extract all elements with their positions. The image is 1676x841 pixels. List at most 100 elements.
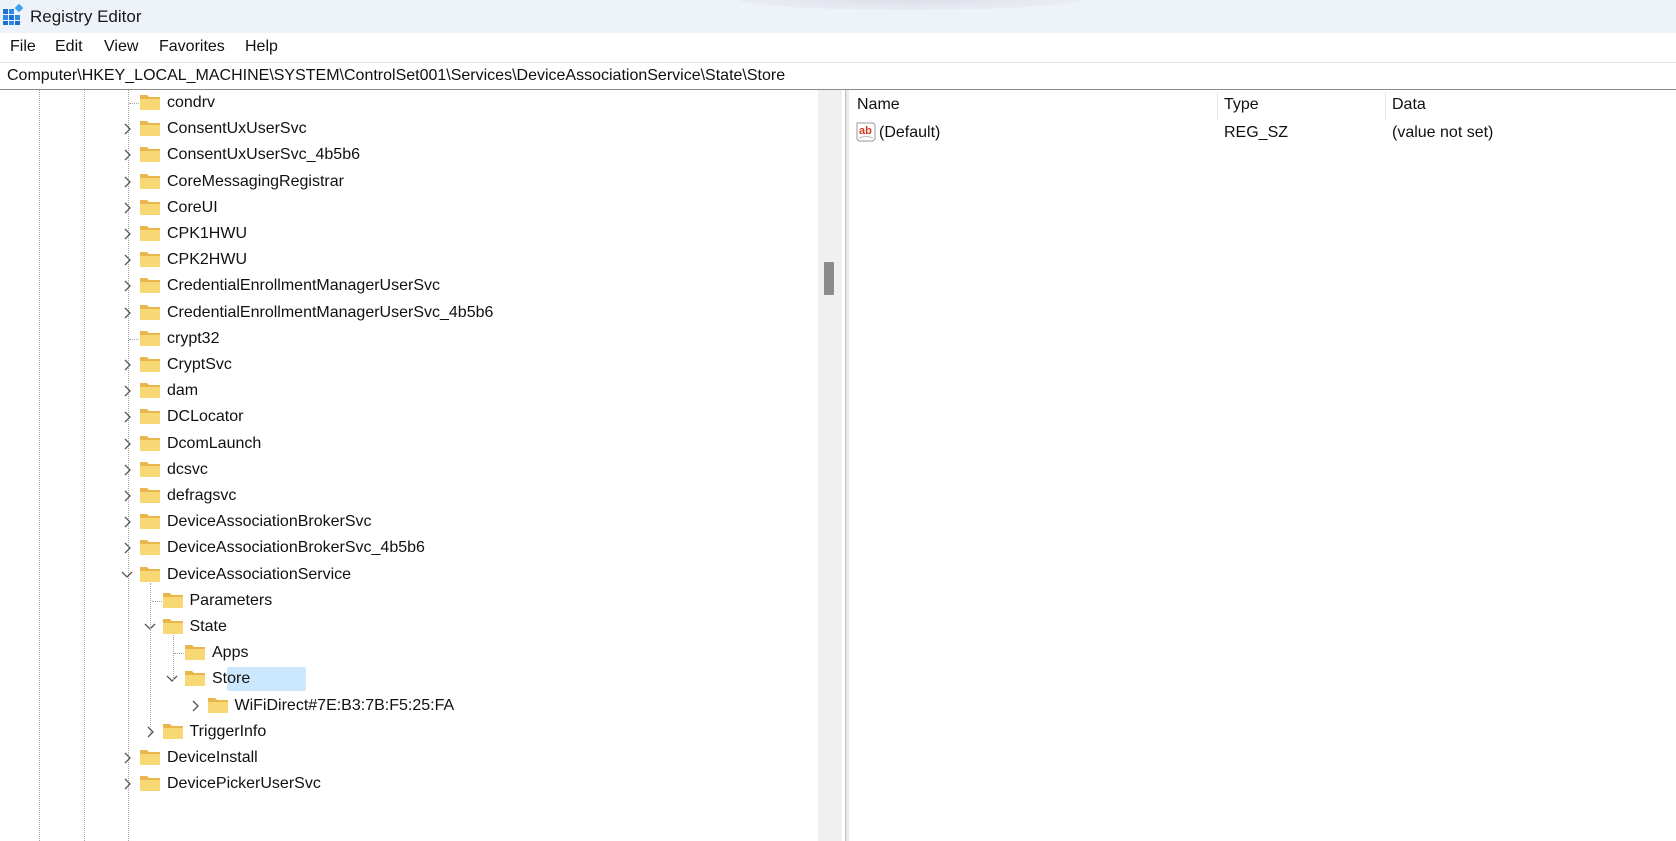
tree-node-label: condrv: [167, 94, 216, 111]
chevron-down-icon[interactable]: [120, 568, 134, 582]
tree-node-cpk2hwu[interactable]: CPK2HWU: [0, 248, 818, 272]
tree-node-dcsvc[interactable]: dcsvc: [0, 458, 818, 482]
tree-node-credentialenrollmentmanagerusersvc[interactable]: CredentialEnrollmentManagerUserSvc: [0, 274, 818, 298]
tree-node-dcomlaunch[interactable]: DcomLaunch: [0, 432, 818, 456]
address-path[interactable]: Computer\HKEY_LOCAL_MACHINE\SYSTEM\Contr…: [7, 67, 785, 85]
folder-icon: [140, 540, 160, 556]
tree-node-label: defragsvc: [167, 487, 237, 504]
tree-node-dclocator[interactable]: DCLocator: [0, 405, 818, 429]
tree-node-label: Apps: [212, 644, 249, 662]
chevron-right-icon[interactable]: [120, 515, 134, 529]
menu-favorites[interactable]: Favorites: [159, 38, 225, 56]
chevron-right-icon[interactable]: [120, 358, 134, 372]
tree-node-coremessagingregistrar[interactable]: CoreMessagingRegistrar: [0, 170, 818, 194]
chevron-right-icon[interactable]: [120, 175, 134, 189]
tree-node-state[interactable]: State: [0, 615, 818, 639]
tree-node-cryptsvc[interactable]: CryptSvc: [0, 353, 818, 377]
tree-node-label: CredentialEnrollmentManagerUserSvc_4b5b6: [167, 303, 494, 321]
chevron-right-icon[interactable]: [120, 751, 134, 765]
chevron-right-icon[interactable]: [120, 122, 134, 136]
value-data: (value not set): [1392, 124, 1494, 141]
menu-file[interactable]: File: [10, 38, 36, 56]
chevron-right-icon[interactable]: [120, 463, 134, 477]
folder-icon: [207, 697, 228, 713]
tree-node-wifidirect-7e-b3-7b-f5-25-fa[interactable]: WiFiDirect#7E:B3:7B:F5:25:FA: [0, 694, 818, 718]
menu-edit[interactable]: Edit: [55, 38, 83, 56]
tree-node-condrv[interactable]: condrv: [0, 91, 818, 115]
chevron-right-icon[interactable]: [120, 541, 134, 555]
scrollbar-thumb[interactable]: [824, 262, 834, 295]
values-pane[interactable]: Name Type Data ab (Default) REG_SZ (valu…: [849, 90, 1676, 841]
tree-node-coreui[interactable]: CoreUI: [0, 196, 818, 220]
column-separator[interactable]: [1385, 92, 1386, 120]
folder-icon: [140, 147, 160, 163]
tree-node-dam[interactable]: dam: [0, 379, 818, 403]
tree-node-label: DcomLaunch: [167, 434, 262, 452]
value-row-default[interactable]: ab (Default) REG_SZ (value not set): [849, 120, 1676, 146]
tree-node-deviceassociationbrokersvc[interactable]: DeviceAssociationBrokerSvc: [0, 510, 818, 534]
column-header-data[interactable]: Data: [1392, 96, 1426, 114]
tree-vertical-scrollbar[interactable]: [818, 90, 842, 841]
column-separator[interactable]: [1217, 92, 1218, 120]
tree-node-parameters[interactable]: Parameters: [0, 589, 818, 613]
tree-node-devicepickerusersvc[interactable]: DevicePickerUserSvc: [0, 772, 818, 796]
tree-node-deviceassociationbrokersvc-4b5b6[interactable]: DeviceAssociationBrokerSvc_4b5b6: [0, 536, 818, 560]
menu-view[interactable]: View: [104, 38, 138, 56]
chevron-right-icon[interactable]: [120, 306, 134, 320]
tree-node-deviceassociationservice[interactable]: DeviceAssociationService: [0, 563, 818, 587]
tree-branch-line: [172, 635, 174, 681]
column-header-type[interactable]: Type: [1224, 96, 1259, 114]
tree-node-label: WiFiDirect#7E:B3:7B:F5:25:FA: [234, 696, 455, 714]
folder-icon: [140, 488, 160, 503]
chevron-right-icon[interactable]: [120, 410, 134, 424]
key-tree-pane[interactable]: condrv ConsentUxUserSvc ConsentUxUserSvc_4…: [0, 90, 842, 841]
folder-icon: [140, 304, 160, 320]
tree-node-defragsvc[interactable]: defragsvc: [0, 484, 818, 508]
address-bar[interactable]: Computer\HKEY_LOCAL_MACHINE\SYSTEM\Contr…: [0, 62, 1676, 90]
folder-icon: [162, 592, 183, 608]
tree-branch-line: [150, 582, 151, 733]
column-header-name[interactable]: Name: [857, 96, 900, 114]
folder-icon: [162, 723, 183, 739]
folder-icon: [185, 671, 205, 687]
chevron-right-icon[interactable]: [120, 148, 134, 162]
tree-node-store[interactable]: Store: [0, 667, 818, 692]
folder-icon: [140, 461, 160, 477]
tree-node-consentuxusersvc-4b5b6[interactable]: ConsentUxUserSvc_4b5b6: [0, 143, 818, 167]
chevron-right-icon[interactable]: [120, 437, 134, 451]
tree-node-crypt32[interactable]: crypt32: [0, 327, 818, 351]
folder-icon: [140, 750, 160, 765]
folder-icon: [140, 357, 160, 372]
chevron-right-icon[interactable]: [120, 279, 134, 293]
chevron-right-icon[interactable]: [120, 227, 134, 241]
tree-node-deviceinstall[interactable]: DeviceInstall: [0, 746, 818, 770]
tree-node-label: Parameters: [189, 591, 273, 609]
tree-node-triggerinfo[interactable]: TriggerInfo: [0, 720, 818, 744]
menu-help[interactable]: Help: [245, 38, 278, 56]
chevron-right-icon[interactable]: [120, 253, 134, 267]
chevron-right-icon[interactable]: [120, 777, 134, 791]
tree-node-apps[interactable]: Apps: [0, 641, 818, 665]
string-value-icon: ab: [856, 122, 876, 142]
chevron-right-icon[interactable]: [120, 201, 134, 215]
folder-icon: [140, 514, 160, 530]
tree-node-cpk1hwu[interactable]: CPK1HWU: [0, 222, 818, 246]
tree-node-consentuxusersvc[interactable]: ConsentUxUserSvc: [0, 117, 818, 141]
tree-connector-line: [129, 338, 139, 340]
chevron-right-icon[interactable]: [120, 489, 134, 503]
value-name[interactable]: (Default): [879, 124, 940, 142]
tree-node-credentialenrollmentmanagerusersvc-4b5b6[interactable]: CredentialEnrollmentManagerUserSvc_4b5b6: [0, 301, 818, 325]
registry-editor-app-icon: [3, 4, 24, 25]
chevron-right-icon[interactable]: [120, 384, 134, 398]
tree-node-label: DCLocator: [167, 408, 244, 426]
folder-icon: [140, 173, 160, 189]
tree-node-label: Store: [212, 670, 251, 688]
tree-node-label: TriggerInfo: [189, 722, 267, 740]
folder-icon: [140, 435, 160, 451]
tree-node-label: dcsvc: [167, 460, 208, 478]
chevron-right-icon[interactable]: [188, 699, 202, 713]
folder-icon: [185, 645, 205, 661]
tree-node-label: ConsentUxUserSvc_4b5b6: [167, 146, 360, 164]
menu-bar: File Edit View Favorites Help: [0, 33, 1676, 61]
window-title: Registry Editor: [30, 7, 142, 26]
